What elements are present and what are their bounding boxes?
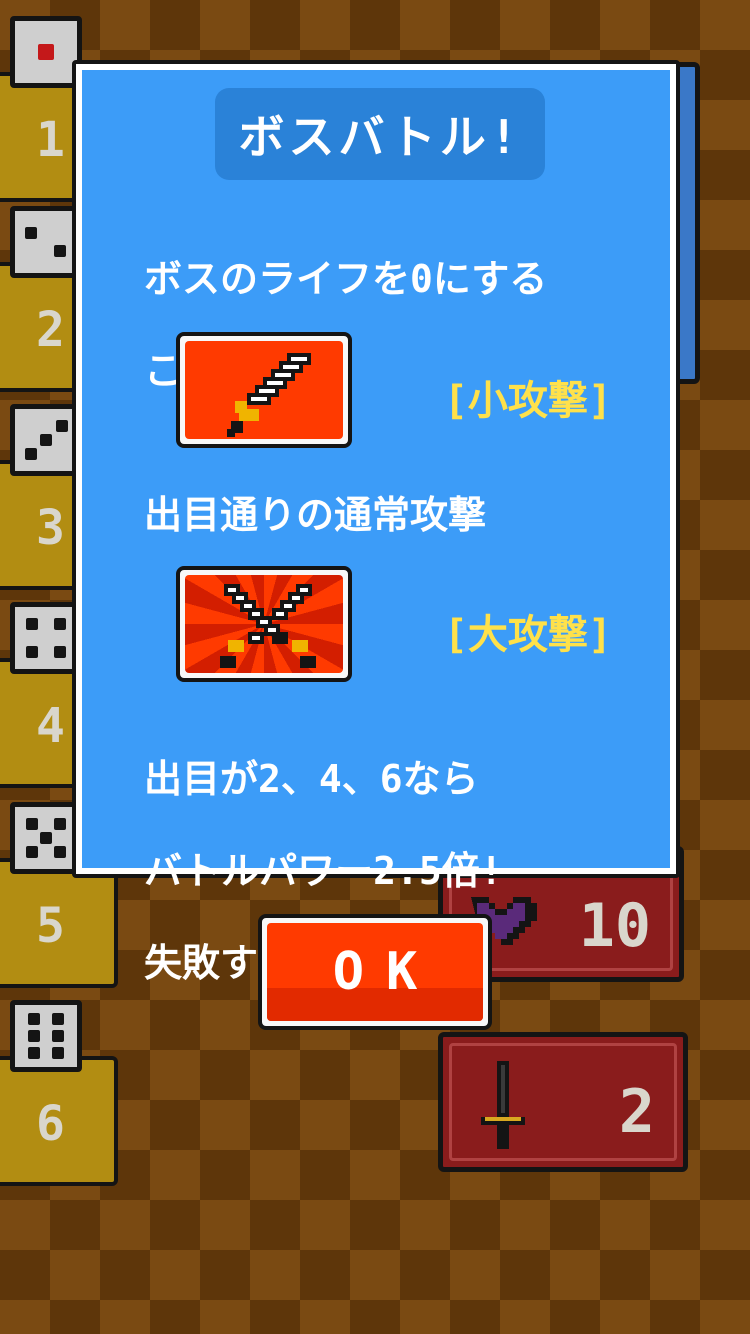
die-pip	[24, 447, 37, 460]
dice-number: 5	[36, 898, 65, 954]
die-pip	[52, 1030, 65, 1042]
die-pip	[26, 645, 39, 658]
die-pip	[27, 1012, 40, 1025]
dice-number: 2	[36, 302, 65, 358]
dialog-title: ボスバトル!	[238, 110, 522, 164]
die-pip	[38, 44, 54, 60]
boss-life-value: 10	[578, 891, 651, 961]
crossed-swords-icon	[220, 584, 316, 668]
battle-power-card: 2	[438, 1032, 688, 1172]
small-attack-label: [小攻撃]	[443, 378, 612, 424]
die-pip	[26, 818, 39, 831]
dice-number: 6	[36, 1096, 65, 1152]
small-attack-description: 出目通りの通常攻撃	[144, 493, 487, 537]
die-pip	[53, 618, 66, 631]
intro-line: ボスのライフを0にする	[144, 257, 548, 301]
die-pip	[53, 645, 66, 658]
dice-number: 3	[36, 500, 65, 556]
boss-battle-dialog: ボスバトル! ボスのライフを0にする ことで勝利!	[72, 60, 680, 985]
die-pip	[26, 618, 39, 631]
die-pip	[53, 245, 66, 258]
sword-icon	[481, 1061, 525, 1149]
die-pip	[40, 434, 52, 446]
die-pip	[24, 226, 37, 239]
big-attack-label: [大攻撃]	[443, 612, 612, 658]
dice-card: 6	[0, 1000, 122, 1186]
die-pip	[55, 420, 68, 433]
die-pip	[27, 1030, 40, 1042]
die-pip	[52, 1012, 65, 1025]
big-attack-line: 出目が2、4、6なら	[144, 757, 479, 801]
die-pip	[52, 1047, 65, 1060]
sword-icon	[227, 353, 311, 437]
die-pip	[27, 1047, 40, 1060]
ok-button-label: OK	[332, 942, 440, 1002]
dice-number: 4	[36, 698, 65, 754]
die-face-icon	[10, 1000, 82, 1072]
big-attack-line: バトルパワー2.5倍!	[144, 849, 503, 893]
dialog-body: ボスバトル! ボスのライフを0にする ことで勝利!	[82, 70, 670, 985]
die-pip	[26, 845, 39, 858]
battle-power-value: 2	[618, 1077, 655, 1147]
small-attack-button[interactable]	[176, 332, 352, 448]
die-pip	[53, 845, 66, 858]
ok-button[interactable]: OK	[258, 914, 492, 1030]
dice-number: 1	[36, 112, 65, 168]
big-attack-button[interactable]	[176, 566, 352, 682]
die-pip	[53, 818, 66, 831]
dialog-title-box: ボスバトル!	[215, 88, 545, 180]
die-pip	[40, 832, 52, 844]
